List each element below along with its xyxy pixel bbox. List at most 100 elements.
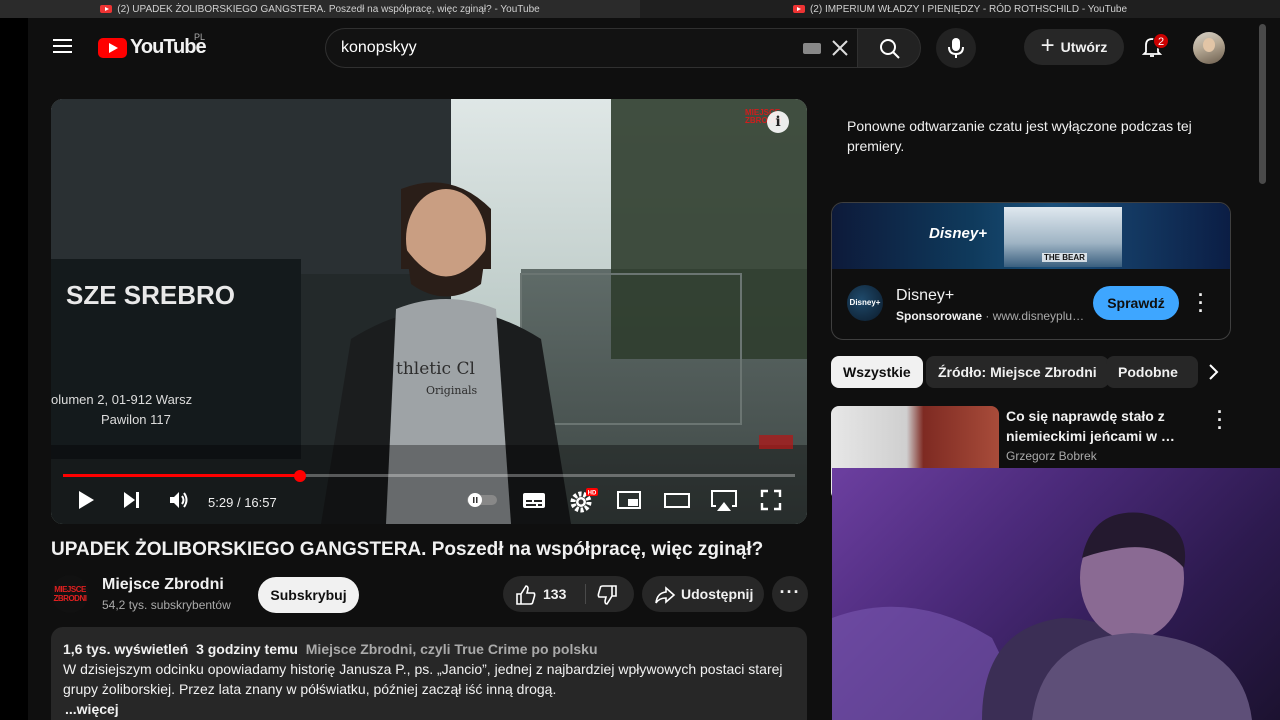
window-tab-title: (2) IMPERIUM WŁADZY I PIENIĘDZY - RÓD RO… xyxy=(809,3,1128,15)
description-text: W dzisiejszym odcinku opowiadamy histori… xyxy=(63,661,783,697)
microphone-icon xyxy=(948,38,964,58)
corner-watermark xyxy=(759,435,793,449)
related-filter-chips: Wszystkie Źródło: Miejsce Zbrodni Podobn… xyxy=(831,356,1231,388)
svg-text:Pawilon 117: Pawilon 117 xyxy=(101,412,171,427)
keyboard-icon[interactable] xyxy=(803,43,821,54)
sponsored-ad-card[interactable]: Disney+ THE BEAR Disney+ Disney+ Sponsor… xyxy=(831,202,1231,340)
like-button[interactable]: 133 xyxy=(503,576,585,612)
webcam-image xyxy=(832,512,1252,720)
svg-text:HD: HD xyxy=(588,491,597,497)
ad-url: www.disneyplu… xyxy=(992,309,1085,323)
time-separator: / xyxy=(236,495,241,510)
search-icon xyxy=(880,39,900,59)
youtube-play-icon xyxy=(98,37,127,58)
view-count: 1,6 tys. wyświetleń xyxy=(63,641,189,657)
ad-banner-brand: Disney+ xyxy=(929,225,987,242)
svg-text:thletic Cl: thletic Cl xyxy=(396,359,475,379)
youtube-favicon-icon xyxy=(792,5,805,13)
subtitles-icon[interactable] xyxy=(521,488,547,512)
window-tab-title: (2) UPADEK ŻOLIBORSKIEGO GANGSTERA. Posz… xyxy=(117,3,540,15)
ad-dot-separator: · xyxy=(985,309,990,323)
clear-search-icon[interactable] xyxy=(830,38,850,58)
share-label: Udostępnij xyxy=(681,586,754,602)
description-hashtag[interactable]: Miejsce Zbrodni, czyli True Crime po pol… xyxy=(306,641,598,657)
chat-replay-disabled-note: Ponowne odtwarzanie czatu jest wyłączone… xyxy=(847,118,1192,154)
recommended-video-channel[interactable]: Grzegorz Bobrek xyxy=(1006,449,1097,463)
autoplay-toggle-icon[interactable] xyxy=(466,492,498,508)
notifications-badge: 2 xyxy=(1153,33,1169,49)
search-input[interactable]: konopskyy xyxy=(341,29,417,67)
recommended-video-title[interactable]: Co się naprawdę stało z niemieckimi jeńc… xyxy=(1006,406,1196,446)
ad-cta-button[interactable]: Sprawdź xyxy=(1093,286,1179,320)
fullscreen-icon[interactable] xyxy=(759,488,783,512)
channel-name[interactable]: Miejsce Zbrodni xyxy=(102,576,224,594)
create-button[interactable]: + Utwórz xyxy=(1024,29,1124,65)
ad-banner-image: THE BEAR xyxy=(1004,207,1122,267)
player-controls: 5:29 / 16:57 HD xyxy=(51,482,807,524)
ad-more-options-icon[interactable]: · · · xyxy=(1198,286,1208,320)
chip-source-channel[interactable]: Źródło: Miejsce Zbrodni xyxy=(926,356,1109,388)
scrollbar-thumb[interactable] xyxy=(1259,24,1266,184)
video-title: UPADEK ŻOLIBORSKIEGO GANGSTERA. Poszedł … xyxy=(51,539,764,560)
subscribe-button[interactable]: Subskrybuj xyxy=(258,577,359,613)
window-tab-bar: (2) UPADEK ŻOLIBORSKIEGO GANGSTERA. Posz… xyxy=(0,0,1280,18)
airplay-icon[interactable] xyxy=(710,488,738,514)
voice-search-button[interactable] xyxy=(936,28,976,68)
time-current: 5:29 xyxy=(208,495,234,510)
account-avatar[interactable] xyxy=(1193,32,1225,64)
theater-mode-icon[interactable] xyxy=(663,488,691,512)
svg-text:olumen 2, 01-912 Warsz: olumen 2, 01-912 Warsz xyxy=(51,392,192,407)
video-player[interactable]: SZE SREBRO olumen 2, 01-912 Warsz Pawilo… xyxy=(51,99,807,524)
description-box[interactable]: 1,6 tys. wyświetleń 3 godziny temu Miejs… xyxy=(51,627,807,720)
region-code: PL xyxy=(194,32,206,42)
share-arrow-icon xyxy=(655,586,676,604)
share-button[interactable]: Udostępnij xyxy=(642,576,764,612)
dislike-button[interactable] xyxy=(586,576,634,612)
channel-avatar[interactable]: MIEJSCE ZBRODNI xyxy=(51,575,89,613)
settings-gear-icon[interactable]: HD xyxy=(569,488,599,514)
ad-advertiser-logo[interactable]: Disney+ xyxy=(847,285,883,321)
time-display: 5:29 / 16:57 xyxy=(208,495,277,510)
subscriber-count: 54,2 tys. subskrybentów xyxy=(102,598,231,612)
create-label: Utwórz xyxy=(1060,39,1108,55)
show-more-link[interactable]: ...więcej xyxy=(65,701,119,717)
ad-show-title: THE BEAR xyxy=(1042,253,1087,262)
play-icon[interactable] xyxy=(75,488,97,512)
volume-icon[interactable] xyxy=(167,488,191,512)
youtube-logo[interactable]: YouTube PL xyxy=(98,32,207,59)
miniplayer-icon[interactable] xyxy=(616,488,642,512)
search-box[interactable]: konopskyy xyxy=(325,28,857,68)
description-meta: 1,6 tys. wyświetleń 3 godziny temu Miejs… xyxy=(63,639,795,659)
thumbs-up-icon xyxy=(516,585,536,605)
next-video-icon[interactable] xyxy=(121,488,143,512)
recommended-video-menu-icon[interactable]: · · · xyxy=(1217,403,1227,437)
more-actions-button[interactable]: ··· xyxy=(772,576,808,612)
svg-text:Originals: Originals xyxy=(426,384,478,397)
ad-sponsored-label: Sponsorowane xyxy=(896,309,983,323)
plus-icon: + xyxy=(1040,32,1055,59)
youtube-favicon-icon xyxy=(100,5,113,13)
svg-text:SZE SREBRO: SZE SREBRO xyxy=(66,280,235,310)
upload-time: 3 godziny temu xyxy=(196,641,298,657)
video-frame: SZE SREBRO olumen 2, 01-912 Warsz Pawilo… xyxy=(51,99,807,524)
like-count: 133 xyxy=(543,586,567,602)
ad-banner[interactable]: Disney+ THE BEAR xyxy=(832,203,1230,269)
ad-advertiser-name[interactable]: Disney+ xyxy=(896,287,954,305)
time-total: 16:57 xyxy=(244,495,277,510)
window-tab-1[interactable]: (2) UPADEK ŻOLIBORSKIEGO GANGSTERA. Posz… xyxy=(0,0,640,18)
window-tab-2[interactable]: (2) IMPERIUM WŁADZY I PIENIĘDZY - RÓD RO… xyxy=(640,0,1280,18)
chevron-right-icon[interactable] xyxy=(1197,356,1231,388)
masthead: YouTube PL konopskyy + Utwórz 2 xyxy=(28,18,1254,76)
search-button[interactable] xyxy=(857,28,921,68)
channel-avatar-text: MIEJSCE ZBRODNI xyxy=(53,585,87,603)
like-dislike-bar: 133 xyxy=(503,576,634,612)
progress-scrubber-handle[interactable] xyxy=(294,470,306,482)
info-icon[interactable]: i xyxy=(767,111,789,133)
chip-related[interactable]: Podobne xyxy=(1106,356,1198,388)
chip-all[interactable]: Wszystkie xyxy=(831,356,923,388)
thumbs-down-icon xyxy=(597,585,617,605)
webcam-overlay xyxy=(832,468,1280,720)
progress-bar-played xyxy=(63,474,300,477)
menu-icon[interactable] xyxy=(53,39,72,53)
ad-sponsor-line: Sponsorowane · www.disneyplu… xyxy=(896,309,1084,323)
